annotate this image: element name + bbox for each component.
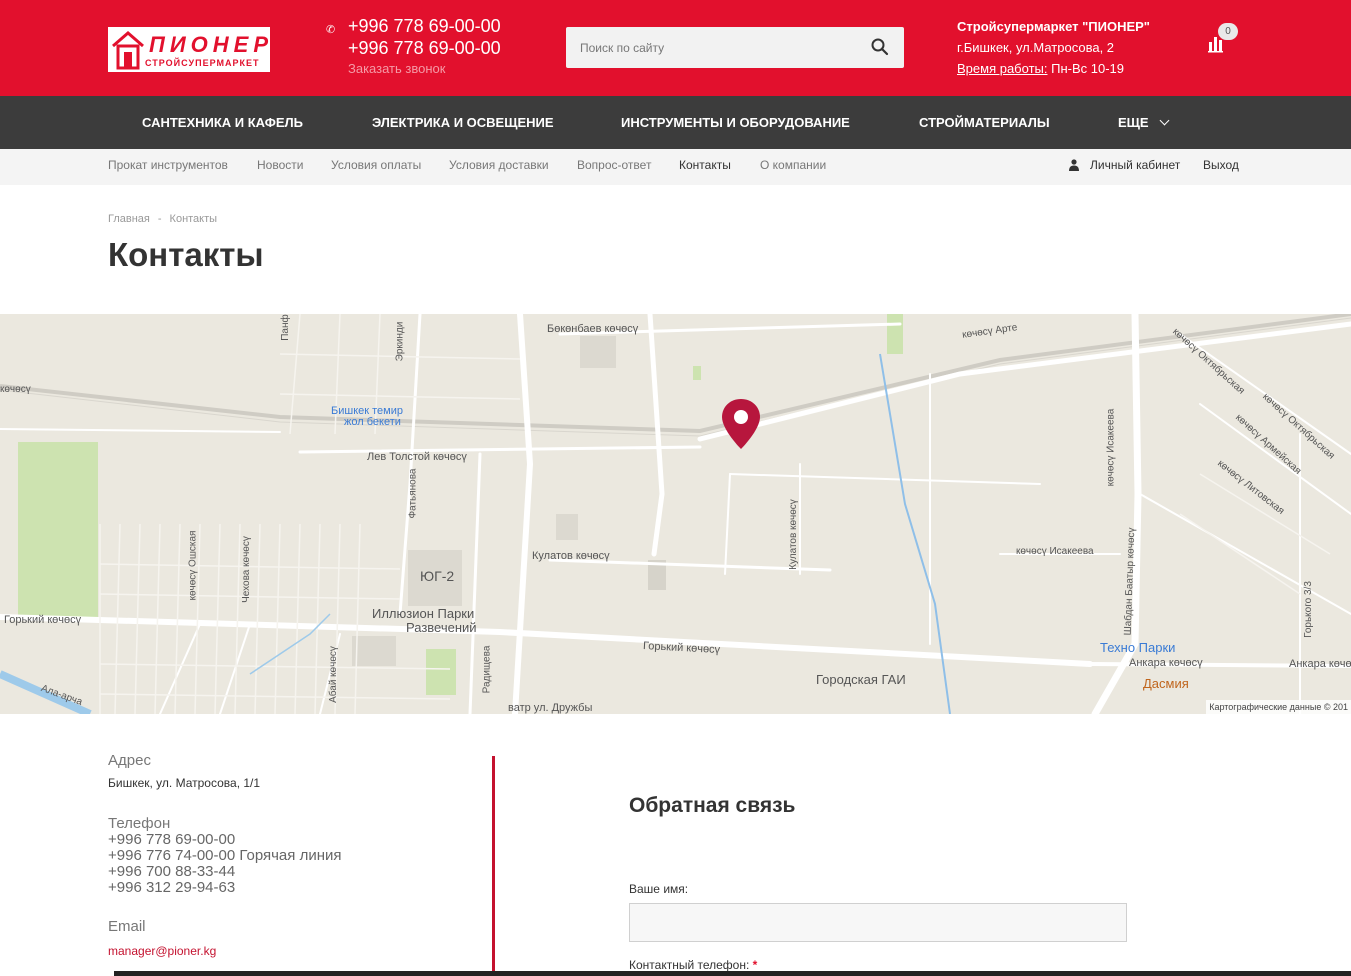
store-hours: Время работы: Пн-Вс 10-19 (957, 61, 1150, 76)
hours-label[interactable]: Время работы: (957, 61, 1047, 76)
main-nav: САНТЕХНИКА И КАФЕЛЬ ЭЛЕКТРИКА И ОСВЕЩЕНИ… (0, 96, 1351, 149)
map-label: Развечений (406, 620, 477, 635)
nav-item-more[interactable]: ЕЩЕ (1118, 96, 1170, 149)
logo-text: ПИОНЕР (149, 32, 273, 57)
map-label: Абай көчөсү (327, 646, 339, 703)
map[interactable]: Бөкөнбаев көчөсү көчөсү Арте Бишкек теми… (0, 314, 1351, 714)
map-label: Радищева (481, 645, 493, 694)
logo-subtext: СТРОЙСУПЕРМАРКЕТ (145, 58, 260, 68)
email-block: Email manager@pioner.kg (108, 918, 216, 958)
breadcrumb-home[interactable]: Главная (108, 213, 150, 225)
address-value: Бишкек, ул. Матросова, 1/1 (108, 776, 261, 790)
logout-link[interactable]: Выход (1203, 149, 1239, 185)
store-name: Стройсупермаркет "ПИОНЕР" (957, 19, 1150, 34)
house-icon (112, 31, 144, 70)
map-credit: Картографические данные © 201 (1206, 700, 1351, 714)
map-label: Дасмия (1143, 676, 1189, 691)
name-field[interactable] (629, 903, 1127, 942)
nav-item-plumbing[interactable]: САНТЕХНИКА И КАФЕЛЬ (142, 96, 303, 149)
user-icon (1069, 159, 1079, 171)
account-cabinet-link[interactable]: Личный кабинет (1090, 149, 1180, 185)
bottom-bar (114, 971, 1351, 976)
map-label: көчөсү Исакеева (1105, 408, 1117, 487)
phone-field-label-text: Контактный телефон: (629, 958, 750, 972)
map-label: Лев Толстой көчөсү (367, 451, 467, 463)
search-icon[interactable] (870, 37, 890, 57)
logo[interactable]: ПИОНЕР СТРОЙСУПЕРМАРКЕТ (108, 27, 270, 72)
subnav-faq[interactable]: Вопрос-ответ (577, 149, 651, 185)
contact-phone[interactable]: +996 776 74-00-00 Горячая линия (108, 848, 341, 864)
map-label: Панф (279, 314, 291, 341)
name-field-label: Ваше имя: (629, 882, 689, 896)
store-info: Стройсупермаркет "ПИОНЕР" г.Бишкек, ул.М… (957, 19, 1150, 76)
header-phone-1[interactable]: +996 778 69-00-00 (348, 16, 501, 37)
contact-phone[interactable]: +996 778 69-00-00 (108, 832, 341, 848)
map-label: Техно Парки (1100, 640, 1176, 655)
contact-phone[interactable]: +996 312 29-94-63 (108, 880, 341, 896)
nav-item-materials[interactable]: СТРОЙМАТЕРИАЛЫ (919, 96, 1050, 149)
email-link[interactable]: manager@pioner.kg (108, 944, 216, 958)
nav-more-label: ЕЩЕ (1118, 115, 1149, 130)
map-label: көчөсү Исакеева (1016, 546, 1094, 557)
search-input[interactable] (566, 27, 856, 68)
map-label: Бөкөнбаев көчөсү (547, 323, 639, 335)
phone-block: Телефон +996 778 69-00-00 +996 776 74-00… (108, 815, 341, 896)
top-header: ПИОНЕР СТРОЙСУПЕРМАРКЕТ ✆ +996 778 69-00… (0, 0, 1351, 96)
map-label: Анкара көчөсү (1129, 657, 1203, 669)
address-block: Адрес Бишкек, ул. Матросова, 1/1 (108, 752, 260, 790)
map-label: Анкара көчөсү (1289, 658, 1351, 670)
subnav-delivery[interactable]: Условия доставки (449, 149, 549, 185)
map-label: Городская ГАИ (816, 672, 906, 687)
page-title: Контакты (108, 236, 264, 273)
email-label: Email (108, 918, 146, 935)
search-box (566, 27, 904, 68)
map-label: Горький көчөсү (4, 614, 82, 626)
map-label: Чехова көчөсү (240, 536, 252, 603)
phone-field-label: Контактный телефон: * (629, 958, 757, 972)
map-label: ЮГ-2 (420, 568, 455, 584)
phone-icon: ✆ (326, 24, 336, 36)
map-label: Иллюзион Парки (372, 606, 475, 621)
callback-link[interactable]: Заказать звонок (348, 61, 445, 76)
chevron-down-icon (1159, 115, 1170, 126)
map-label: Кулатов көчөсү (532, 550, 610, 562)
breadcrumb-current: Контакты (169, 213, 218, 225)
map-label: көчөсү (0, 384, 31, 395)
required-mark: * (752, 958, 758, 972)
subnav-news[interactable]: Новости (257, 149, 303, 185)
map-label: Фатьянова (407, 468, 419, 519)
map-label: Кулатов көчөсү (787, 499, 799, 570)
map-label: Эркинди (394, 321, 406, 362)
vertical-divider (492, 756, 495, 976)
sub-nav: Прокат инструментов Новости Условия опла… (0, 149, 1351, 185)
map-label: көчөсү Ошская (187, 530, 199, 601)
address-label: Адрес (108, 752, 151, 769)
header-phone-2[interactable]: +996 778 69-00-00 (348, 38, 501, 59)
breadcrumb-separator: - (157, 213, 162, 225)
subnav-contacts[interactable]: Контакты (679, 149, 731, 185)
breadcrumb: Главная - Контакты (108, 213, 217, 225)
map-pin-icon[interactable] (721, 398, 761, 450)
map-label: жол бекети (344, 416, 401, 428)
subnav-rental[interactable]: Прокат инструментов (108, 149, 228, 185)
nav-item-electrical[interactable]: ЭЛЕКТРИКА И ОСВЕЩЕНИЕ (372, 96, 554, 149)
store-address: г.Бишкек, ул.Матросова, 2 (957, 40, 1115, 55)
map-label: Горького 3/3 (1302, 581, 1314, 638)
map-label: ватр ул. Дружбы (508, 702, 593, 714)
feedback-title: Обратная связь (629, 794, 796, 817)
subnav-about[interactable]: О компании (760, 149, 826, 185)
compare-count-badge: 0 (1218, 23, 1238, 40)
subnav-payment[interactable]: Условия оплаты (331, 149, 421, 185)
contact-phone[interactable]: +996 700 88-33-44 (108, 864, 341, 880)
nav-item-tools[interactable]: ИНСТРУМЕНТЫ И ОБОРУДОВАНИЕ (621, 96, 850, 149)
hours-value: Пн-Вс 10-19 (1047, 61, 1124, 76)
phone-label: Телефон (108, 815, 171, 832)
